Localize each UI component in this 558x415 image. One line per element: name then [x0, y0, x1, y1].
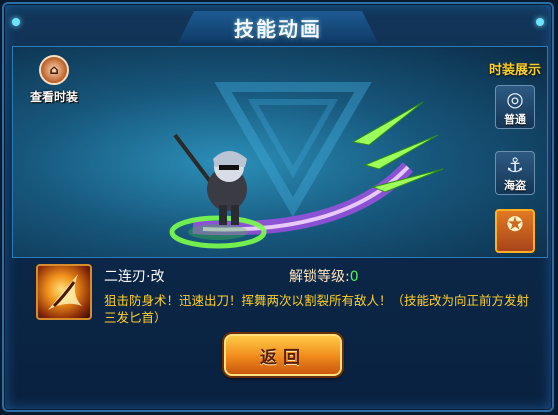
skill-effect-canvas	[169, 101, 444, 249]
skill-description: 狙击防身术！迅速出刀！挥舞两次以割裂所有敌人！（技能改为向正前方发射三发匕首）	[104, 293, 530, 325]
corner-dot-icon	[536, 18, 544, 26]
back-button-label: 返回	[260, 347, 306, 368]
fashion-button-selected[interactable]: ✪	[495, 209, 535, 253]
unlock-level-label: 解锁等级:	[289, 269, 350, 285]
view-fashion-label: 查看时装	[29, 90, 78, 104]
skill-name: 二连刃·改	[104, 269, 165, 285]
title-bar: 技能动画	[4, 4, 552, 46]
hanger-icon: ⌂	[39, 55, 69, 85]
fashion-button-normal[interactable]: ◎ 普通	[495, 85, 535, 129]
dialog-title: 技能动画	[234, 16, 322, 41]
fashion-button-pirate[interactable]: ⚓ 海盗	[495, 151, 535, 195]
skill-icon	[36, 264, 92, 320]
corner-dot-icon	[12, 18, 20, 26]
back-button[interactable]: 返回	[224, 334, 342, 376]
fashion-display-title: 时装展示	[488, 63, 541, 78]
skill-preview-stage: ⌂ 查看时装 时装展示 ◎ 普通 ⚓ 海盗 ✪	[12, 46, 548, 258]
emblem-icon: ✪	[506, 212, 524, 236]
skill-info-panel: 二连刃·改 解锁等级:0 狙击防身术！迅速出刀！挥舞两次以割裂所有敌人！（技能改…	[36, 262, 536, 332]
unlock-level: 解锁等级:0	[289, 266, 359, 286]
anchor-icon: ⚓	[506, 153, 524, 177]
character-sniper	[173, 133, 247, 225]
unlock-level-value: 0	[349, 269, 359, 285]
fashion-button-label: 普通	[504, 113, 526, 126]
ground-ring-fill	[188, 224, 248, 240]
title-plate: 技能动画	[178, 11, 378, 43]
flame-slash-icon	[48, 274, 82, 310]
view-fashion-button[interactable]: ⌂ 查看时装	[19, 55, 89, 105]
swirl-icon: ◎	[506, 87, 524, 111]
fashion-button-label: 海盗	[504, 179, 526, 192]
dagger-1	[351, 101, 424, 146]
